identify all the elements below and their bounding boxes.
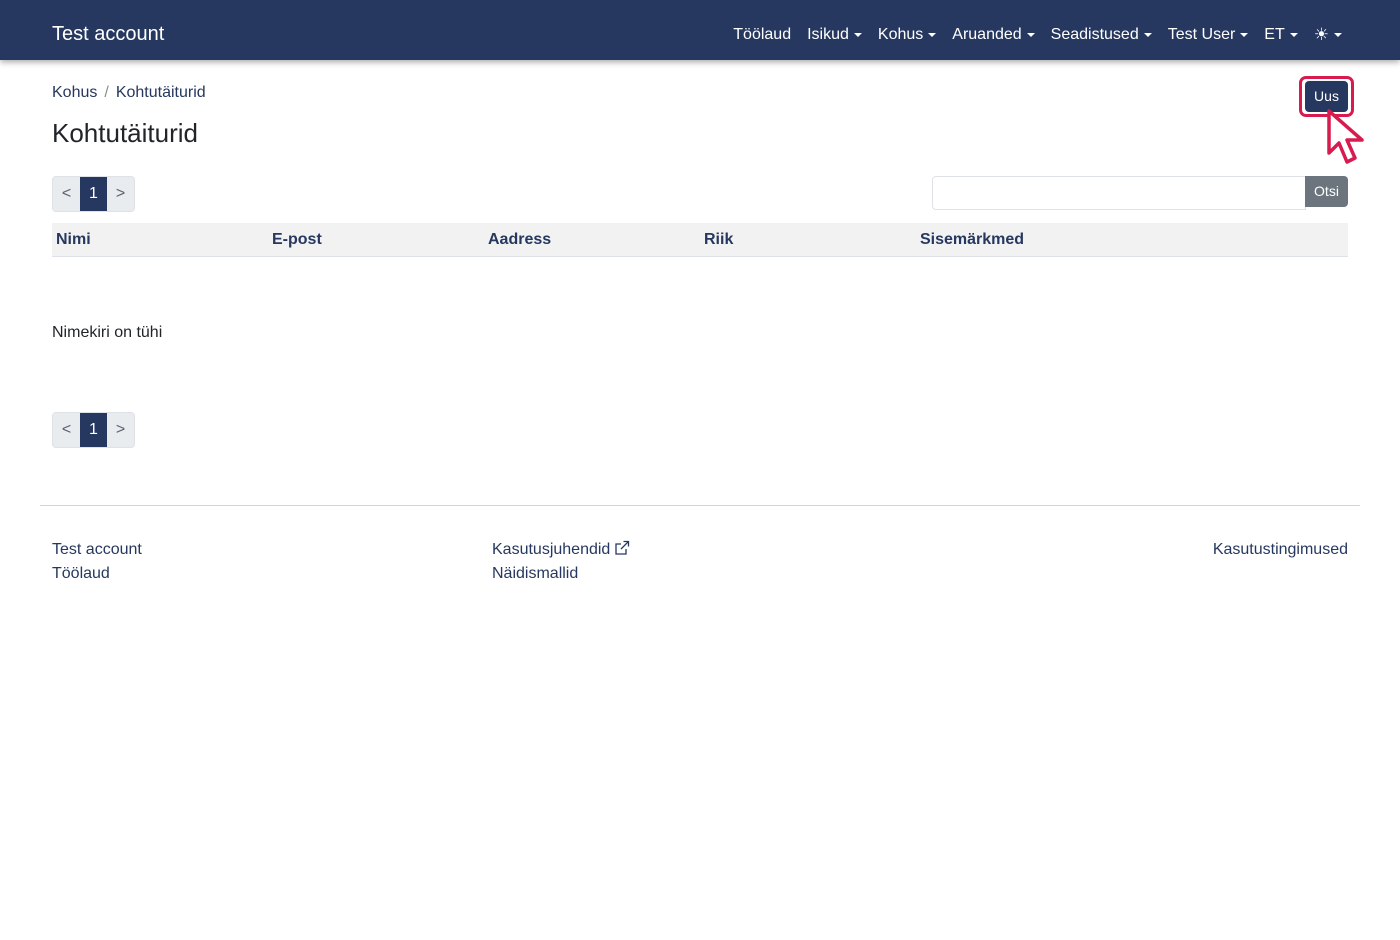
external-link-icon xyxy=(615,540,630,555)
pagination-next-button[interactable]: > xyxy=(107,177,134,211)
search-input[interactable] xyxy=(932,176,1306,210)
pagination-top: < 1 > xyxy=(52,176,135,212)
sun-icon: ☀ xyxy=(1313,25,1329,44)
footer-link-templates[interactable]: Näidismallid xyxy=(492,564,578,584)
breadcrumb-separator: / xyxy=(104,84,109,101)
footer-link-guides-label: Kasutusjuhendid xyxy=(492,541,611,558)
empty-list-message: Nimekiri on tühi xyxy=(52,324,163,341)
footer-link-guides[interactable]: Kasutusjuhendid xyxy=(492,540,630,560)
nav-item-isikud[interactable]: Isikud xyxy=(807,24,862,46)
caret-down-icon xyxy=(1240,33,1249,37)
nav-item-language[interactable]: ET xyxy=(1264,24,1298,46)
nav-item-label: ET xyxy=(1264,26,1285,43)
nav-menu: Töölaud Isikud Kohus Aruanded Seadistuse… xyxy=(733,24,1342,46)
nav-item-label: Aruanded xyxy=(952,26,1022,43)
nav-item-label: Kohus xyxy=(877,26,924,43)
column-header-epost[interactable]: E-post xyxy=(272,230,322,250)
footer-link-terms[interactable]: Kasutustingimused xyxy=(1213,540,1348,560)
top-navbar: Test account Töölaud Isikud Kohus Aruand… xyxy=(0,0,1400,60)
nav-item-label: Töölaud xyxy=(733,26,792,43)
pagination-next-button[interactable]: > xyxy=(107,413,134,447)
column-header-sisemarkmed[interactable]: Sisemärkmed xyxy=(920,230,1024,250)
table-header: Nimi E-post Aadress Riik Sisemärkmed xyxy=(52,223,1348,257)
pointer-cursor-icon xyxy=(1327,109,1364,164)
nav-item-seadistused[interactable]: Seadistused xyxy=(1051,24,1152,46)
pagination-prev-button[interactable]: < xyxy=(53,177,80,211)
caret-down-icon xyxy=(1289,33,1298,37)
theme-toggle[interactable]: ☀ xyxy=(1314,24,1342,46)
nav-item-toolaud[interactable]: Töölaud xyxy=(733,24,791,46)
nav-item-kohus[interactable]: Kohus xyxy=(877,24,937,46)
caret-down-icon xyxy=(928,33,937,37)
caret-down-icon xyxy=(1143,33,1152,37)
column-header-nimi[interactable]: Nimi xyxy=(56,230,91,250)
breadcrumb: Kohus / Kohtutäiturid xyxy=(52,83,206,103)
breadcrumb-item-current[interactable]: Kohtutäiturid xyxy=(116,83,206,103)
pagination-prev-button[interactable]: < xyxy=(53,413,80,447)
nav-item-label: Test User xyxy=(1167,26,1236,43)
column-header-riik[interactable]: Riik xyxy=(704,230,733,250)
caret-down-icon xyxy=(853,33,862,37)
footer-link-toolaud[interactable]: Töölaud xyxy=(52,564,110,584)
nav-item-label: Isikud xyxy=(807,26,849,43)
breadcrumb-item-kohus[interactable]: Kohus xyxy=(52,83,97,103)
pagination-page-button[interactable]: 1 xyxy=(80,413,107,447)
brand-link[interactable]: Test account xyxy=(52,22,164,46)
caret-down-icon xyxy=(1334,33,1342,37)
column-header-aadress[interactable]: Aadress xyxy=(488,230,551,250)
caret-down-icon xyxy=(1026,33,1035,37)
footer-link-account[interactable]: Test account xyxy=(52,540,142,560)
pagination-page-button[interactable]: 1 xyxy=(80,177,107,211)
nav-item-aruanded[interactable]: Aruanded xyxy=(952,24,1035,46)
nav-item-label: Seadistused xyxy=(1050,26,1139,43)
pagination-bottom: < 1 > xyxy=(52,412,135,448)
page-title: Kohtutäiturid xyxy=(52,118,198,148)
footer-divider xyxy=(40,505,1360,506)
search-button[interactable]: Otsi xyxy=(1305,176,1348,207)
nav-item-user-menu[interactable]: Test User xyxy=(1168,24,1249,46)
